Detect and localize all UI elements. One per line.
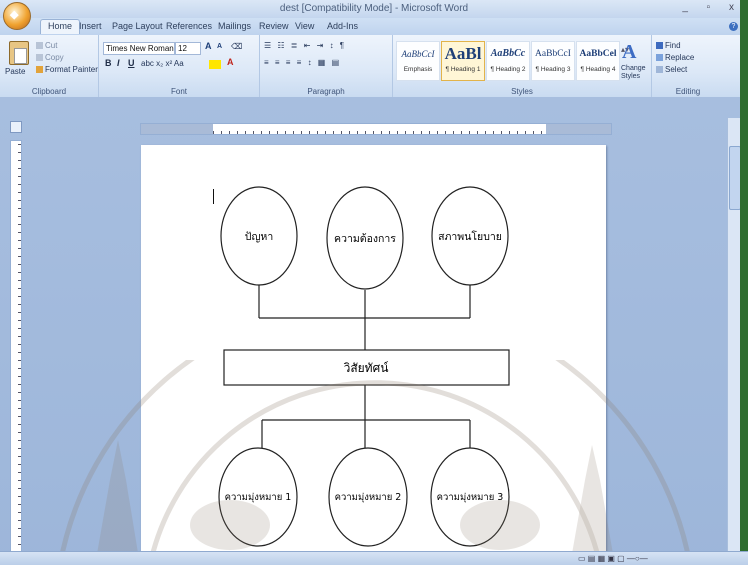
office-button[interactable]: ◆ (3, 2, 31, 30)
circle-label: ปัญหา (245, 231, 273, 243)
circle-label: ความต้องการ (334, 233, 396, 245)
view-buttons[interactable]: ▭ ▤ ▦ ▣ ▢ —○— (578, 554, 648, 563)
circle-label: ความมุ่งหมาย 3 (437, 492, 504, 503)
word-window: dest [Compatibility Mode] - Microsoft Wo… (0, 0, 748, 565)
status-bar: ▭ ▤ ▦ ▣ ▢ —○— (0, 551, 748, 565)
center-box-label: วิสัยทัศน์ (343, 361, 388, 375)
circle-label: ความมุ่งหมาย 1 (225, 492, 292, 503)
circle-label: ความมุ่งหมาย 2 (335, 492, 402, 503)
office-logo-icon: ◆ (10, 9, 19, 21)
circle-label: สภาพนโยบาย (438, 230, 502, 243)
diagram-canvas: ปัญหา ความต้องการ สภาพนโยบาย วิสัยทัศน์ … (218, 186, 510, 547)
